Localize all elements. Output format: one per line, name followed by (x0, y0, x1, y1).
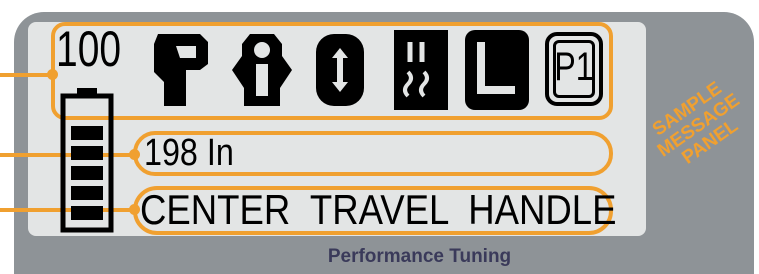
wrench-icon (154, 34, 208, 106)
battery-icon (60, 88, 114, 233)
leader-line-icons (0, 73, 52, 77)
heat-icon (394, 30, 448, 110)
footer-label: Performance Tuning (327, 246, 512, 267)
recline-icon (465, 30, 529, 110)
message-text: CENTER TRAVEL HANDLE (140, 186, 617, 233)
preset-p1-label: P1 (554, 45, 594, 89)
stretch-icon (316, 34, 364, 106)
person-icon (232, 34, 292, 106)
preset-p1-icon: P1 (545, 32, 603, 106)
battery-percent: 100 (56, 21, 122, 77)
distance-readout: 198 In (144, 132, 234, 174)
